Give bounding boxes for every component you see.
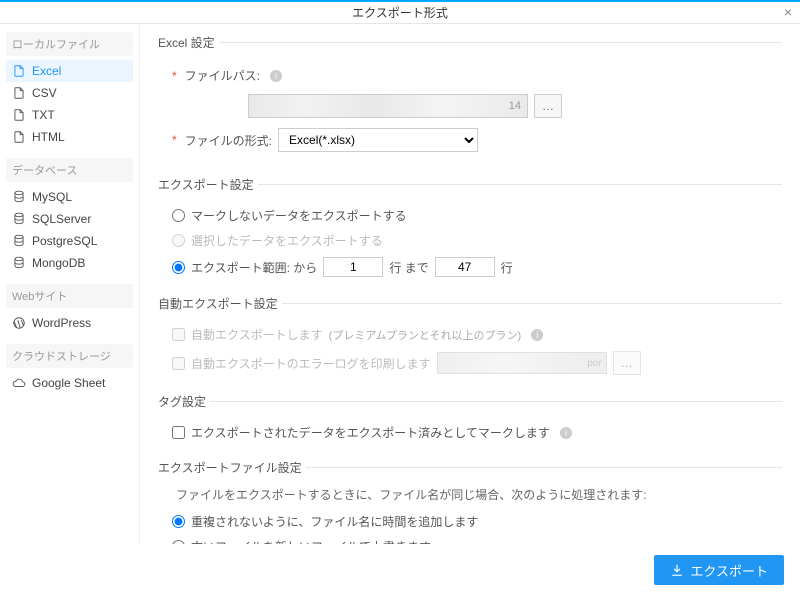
range-suffix-label: 行 — [501, 259, 513, 276]
browse-button[interactable]: … — [534, 94, 562, 118]
radio-selected-input — [172, 234, 185, 247]
radio-selected-label: 選択したデータをエクスポートする — [191, 232, 383, 249]
cloud-icon — [12, 376, 26, 390]
sidebar-item-label: CSV — [32, 86, 57, 100]
radio-range-input[interactable] — [172, 261, 185, 274]
check-auto-input — [172, 328, 185, 341]
sidebar-item-wordpress[interactable]: WordPress — [6, 312, 133, 334]
info-icon[interactable]: i — [531, 329, 543, 341]
file-icon — [12, 86, 26, 100]
sidebar-header: クラウドストレージ — [6, 344, 133, 368]
sidebar-item-label: PostgreSQL — [32, 234, 97, 248]
label-filepath: ファイルパス: — [185, 67, 260, 84]
sidebar-item-html[interactable]: HTML — [6, 126, 133, 148]
check-log-input — [172, 357, 185, 370]
legend-export: エクスポート設定 — [158, 176, 258, 193]
row-filepath: * ファイルパス: i — [158, 67, 782, 84]
title-bar: エクスポート形式 × — [0, 0, 800, 24]
radio-unmarked[interactable]: マークしないデータをエクスポートする — [158, 203, 782, 228]
label-format: ファイルの形式: — [185, 132, 272, 149]
content-panel: Excel 設定 * ファイルパス: i … * ファイルの形式: Excel(… — [140, 24, 800, 544]
premium-hint: (プレミアムプランとそれ以上のプラン) — [329, 327, 522, 343]
radio-overwrite-label: 古いファイルを新しいファイルで上書きます — [191, 538, 431, 544]
sidebar-item-txt[interactable]: TXT — [6, 104, 133, 126]
filepath-input[interactable] — [248, 94, 528, 118]
radio-time[interactable]: 重複されないように、ファイル名に時間を追加します — [158, 509, 782, 534]
sidebar-item-label: MySQL — [32, 190, 72, 204]
check-auto: 自動エクスポートします (プレミアムプランとそれ以上のプラン) i — [158, 322, 782, 347]
footer: エクスポート — [0, 546, 800, 594]
sidebar-item-postgresql[interactable]: PostgreSQL — [6, 230, 133, 252]
sidebar-item-mysql[interactable]: MySQL — [6, 186, 133, 208]
legend-auto: 自動エクスポート設定 — [158, 295, 282, 312]
sidebar-header: データベース — [6, 158, 133, 182]
legend-file: エクスポートファイル設定 — [158, 459, 306, 476]
sidebar-item-label: MongoDB — [32, 256, 85, 270]
sidebar-item-label: HTML — [32, 130, 65, 144]
sidebar-header: Webサイト — [6, 284, 133, 308]
row-filepath-input: … — [158, 94, 782, 118]
radio-overwrite[interactable]: 古いファイルを新しいファイルで上書きます — [158, 534, 782, 544]
db-icon — [12, 212, 26, 226]
info-icon[interactable]: i — [270, 70, 282, 82]
section-excel: Excel 設定 * ファイルパス: i … * ファイルの形式: Excel(… — [158, 34, 782, 176]
radio-range-label: エクスポート範囲: から — [191, 259, 317, 276]
sidebar-item-google-sheet[interactable]: Google Sheet — [6, 372, 133, 394]
check-auto-label: 自動エクスポートします — [191, 326, 323, 343]
check-log-label: 自動エクスポートのエラーログを印刷します — [191, 355, 431, 372]
range-to-input[interactable] — [435, 257, 495, 277]
export-icon — [670, 563, 684, 577]
db-icon — [12, 190, 26, 204]
sidebar-item-label: Google Sheet — [32, 376, 105, 390]
radio-time-label: 重複されないように、ファイル名に時間を追加します — [191, 513, 478, 530]
sidebar-item-label: WordPress — [32, 316, 91, 330]
check-log: 自動エクスポートのエラーログを印刷します … — [158, 347, 782, 379]
radio-unmarked-input[interactable] — [172, 209, 185, 222]
radio-range[interactable]: エクスポート範囲: から 行 まで 行 — [158, 253, 782, 281]
radio-unmarked-label: マークしないデータをエクスポートする — [191, 207, 407, 224]
sidebar-item-label: TXT — [32, 108, 55, 122]
format-select[interactable]: Excel(*.xlsx) — [278, 128, 478, 152]
section-tag: タグ設定 エクスポートされたデータをエクスポート済みとしてマークします i — [158, 393, 782, 459]
excel-icon — [12, 64, 26, 78]
log-path-input — [437, 352, 607, 374]
db-icon — [12, 234, 26, 248]
sidebar-item-csv[interactable]: CSV — [6, 82, 133, 104]
sidebar: ローカルファイル Excel CSV TXT HTML データベース MySQL SQLSer… — [0, 24, 140, 544]
section-file: エクスポートファイル設定 ファイルをエクスポートするときに、ファイル名が同じ場合… — [158, 459, 782, 544]
close-icon[interactable]: × — [784, 4, 792, 20]
sidebar-item-label: Excel — [32, 64, 61, 78]
export-button[interactable]: エクスポート — [654, 555, 784, 585]
dialog-title: エクスポート形式 — [352, 4, 448, 21]
file-icon — [12, 130, 26, 144]
export-button-label: エクスポート — [690, 561, 768, 580]
wordpress-icon — [12, 316, 26, 330]
radio-selected: 選択したデータをエクスポートする — [158, 228, 782, 253]
range-mid-label: 行 まで — [389, 259, 428, 276]
file-desc: ファイルをエクスポートするときに、ファイル名が同じ場合、次のように処理されます: — [158, 486, 782, 503]
file-icon — [12, 108, 26, 122]
sidebar-item-sqlserver[interactable]: SQLServer — [6, 208, 133, 230]
info-icon[interactable]: i — [560, 427, 572, 439]
required-marker: * — [172, 133, 177, 147]
sidebar-item-label: SQLServer — [32, 212, 91, 226]
legend-tag: タグ設定 — [158, 393, 210, 410]
radio-time-input[interactable] — [172, 515, 185, 528]
check-mark[interactable]: エクスポートされたデータをエクスポート済みとしてマークします i — [158, 420, 782, 445]
sidebar-item-excel[interactable]: Excel — [6, 60, 133, 82]
log-browse-button: … — [613, 351, 641, 375]
section-export: エクスポート設定 マークしないデータをエクスポートする 選択したデータをエクスポ… — [158, 176, 782, 295]
row-format: * ファイルの形式: Excel(*.xlsx) — [158, 128, 782, 152]
range-from-input[interactable] — [323, 257, 383, 277]
sidebar-header: ローカルファイル — [6, 32, 133, 56]
check-mark-input[interactable] — [172, 426, 185, 439]
db-icon — [12, 256, 26, 270]
check-mark-label: エクスポートされたデータをエクスポート済みとしてマークします — [191, 424, 550, 441]
radio-overwrite-input[interactable] — [172, 540, 185, 544]
main-area: ローカルファイル Excel CSV TXT HTML データベース MySQL SQLSer… — [0, 24, 800, 544]
section-auto: 自動エクスポート設定 自動エクスポートします (プレミアムプランとそれ以上のプラ… — [158, 295, 782, 393]
required-marker: * — [172, 69, 177, 83]
legend-excel: Excel 設定 — [158, 34, 219, 51]
sidebar-item-mongodb[interactable]: MongoDB — [6, 252, 133, 274]
